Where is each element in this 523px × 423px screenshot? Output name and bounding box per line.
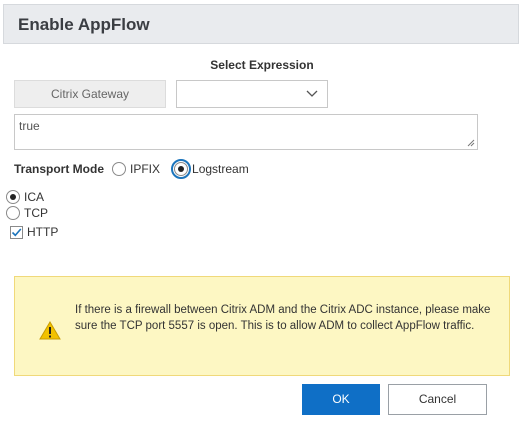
expression-text-value: true [19, 119, 40, 133]
transport-mode-row: Transport Mode IPFIX Logstream [14, 159, 249, 179]
expression-source-field: Citrix Gateway [14, 80, 166, 108]
resize-grip-icon[interactable] [467, 139, 475, 147]
transport-mode-label: Transport Mode [14, 162, 105, 176]
dialog-title: Enable AppFlow [18, 15, 150, 34]
chevron-down-icon [306, 90, 318, 97]
logstream-radio[interactable] [171, 159, 192, 179]
expression-textarea[interactable]: true [14, 114, 478, 150]
expression-select[interactable] [176, 80, 328, 108]
cancel-button[interactable]: Cancel [388, 384, 487, 415]
ica-row: ICA [6, 190, 44, 204]
tcp-label[interactable]: TCP [24, 206, 48, 220]
dialog-header: Enable AppFlow [3, 4, 519, 44]
ica-radio[interactable] [6, 190, 20, 204]
checkmark-icon [11, 227, 22, 236]
ipfix-label[interactable]: IPFIX [130, 162, 160, 176]
http-row: HTTP [10, 225, 58, 239]
select-expression-label: Select Expression [210, 58, 314, 72]
ok-button[interactable]: OK [302, 384, 380, 415]
logstream-label[interactable]: Logstream [192, 162, 249, 176]
tcp-row: TCP [6, 206, 48, 220]
http-label[interactable]: HTTP [27, 225, 58, 239]
warning-text: If there is a firewall between Citrix AD… [75, 304, 491, 332]
firewall-warning: If there is a firewall between Citrix AD… [14, 276, 510, 376]
ipfix-radio[interactable] [112, 162, 127, 176]
ica-label[interactable]: ICA [24, 190, 44, 204]
http-checkbox[interactable] [10, 225, 23, 239]
tcp-radio[interactable] [6, 206, 20, 220]
warning-icon [39, 321, 61, 340]
